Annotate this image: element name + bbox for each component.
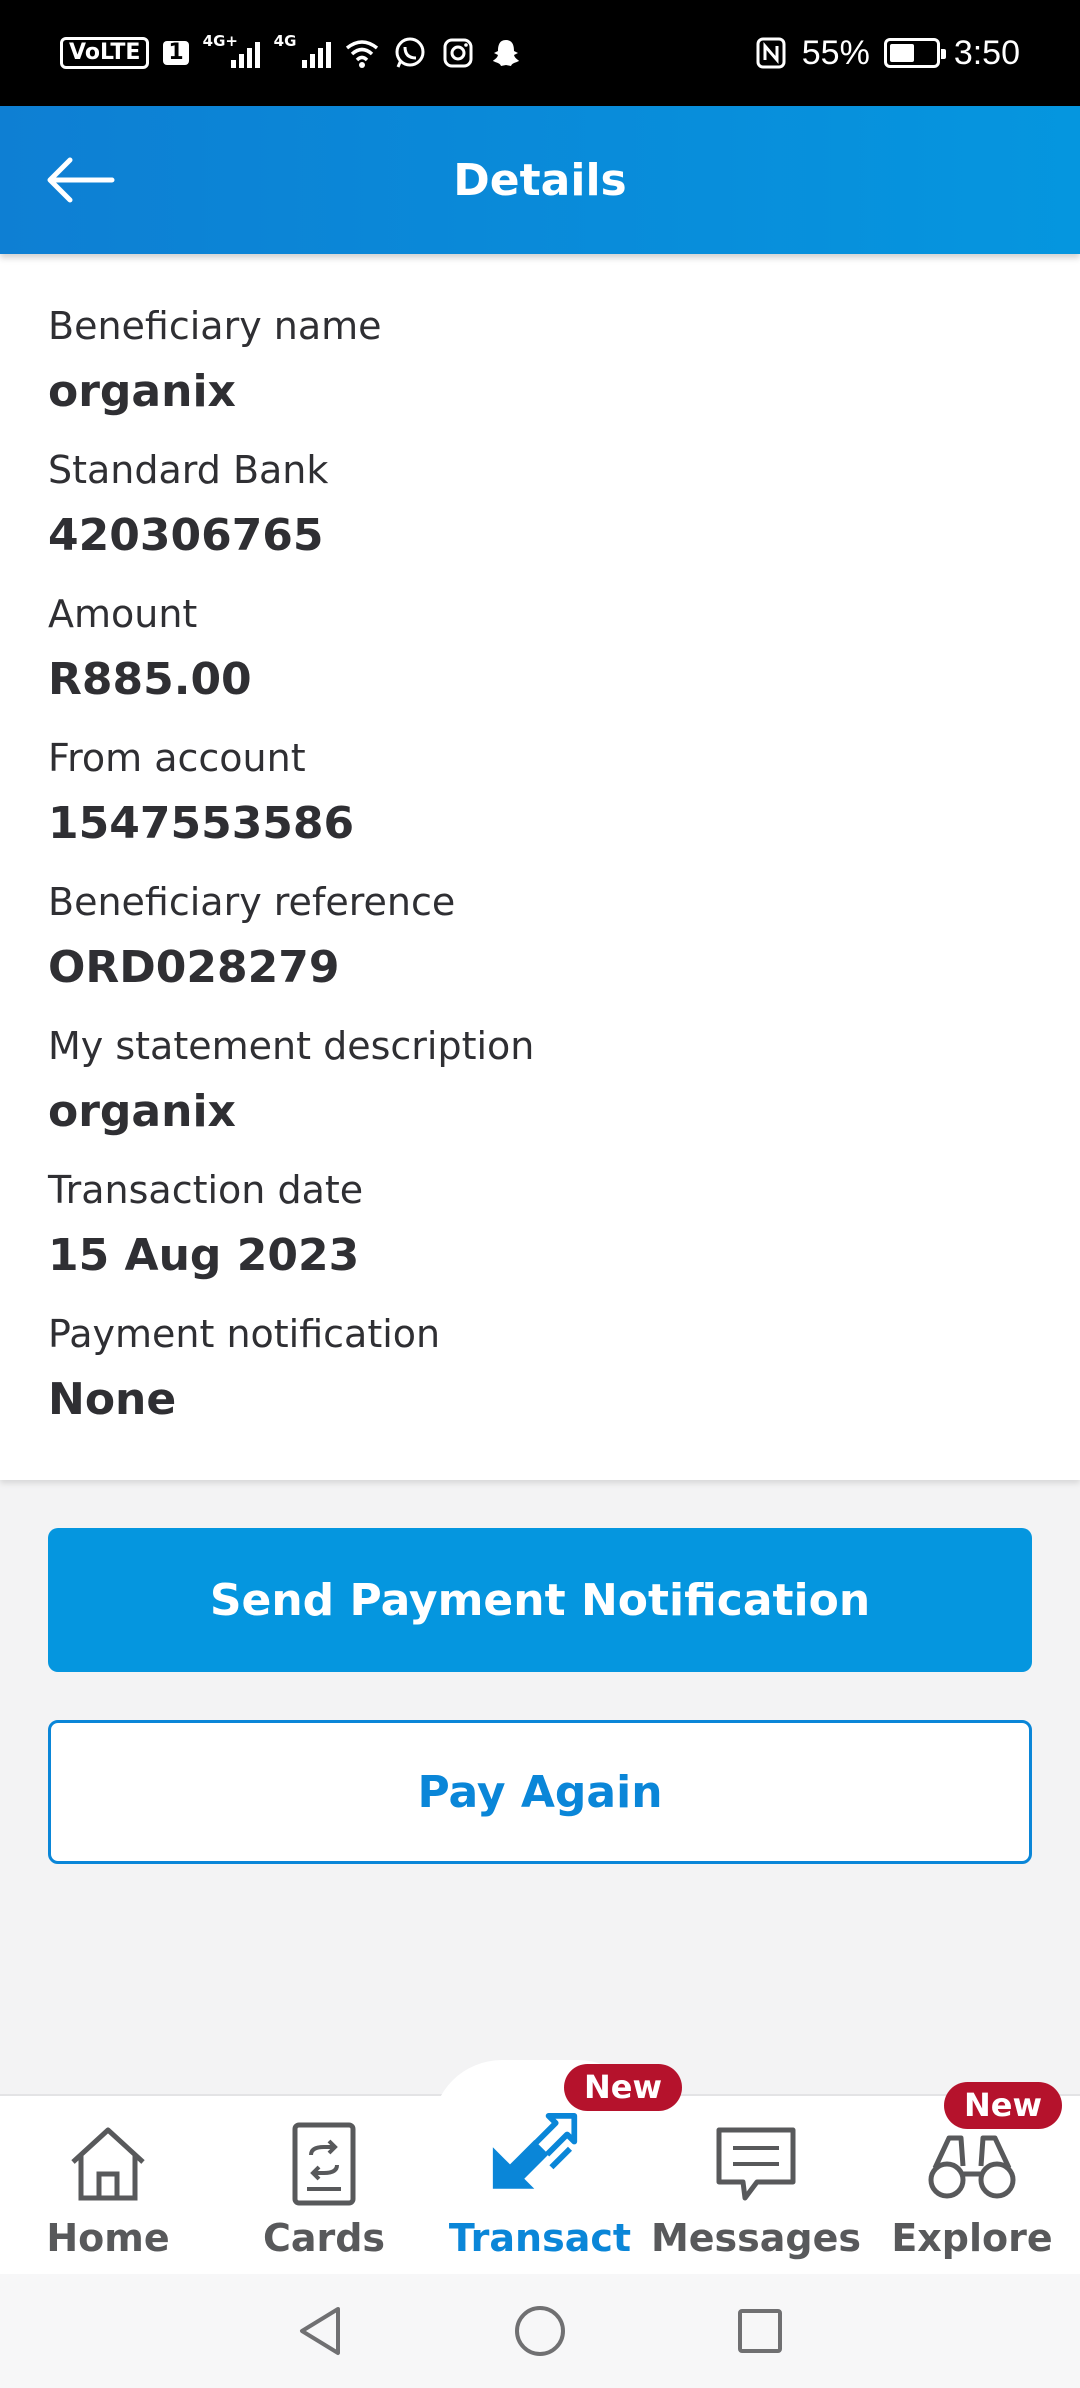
nav-item-home[interactable]: Home — [0, 2116, 216, 2276]
detail-value: R885.00 — [48, 654, 252, 705]
circle-home-icon — [515, 2306, 565, 2356]
nav-label-transact: Transact — [448, 2216, 632, 2260]
battery-icon — [883, 38, 946, 68]
app-header: Details — [0, 106, 1080, 254]
detail-row: Beneficiary reference ORD028279 — [48, 870, 1032, 1014]
volte-indicator: VoLTE — [60, 37, 150, 69]
detail-label: Beneficiary reference — [48, 880, 456, 924]
snapchat-icon — [492, 40, 519, 66]
detail-value: None — [48, 1374, 177, 1425]
pay-again-button[interactable]: Pay Again — [48, 1720, 1032, 1864]
detail-label: Standard Bank — [48, 448, 329, 492]
nav-label-messages: Messages — [650, 2216, 862, 2260]
whatsapp-icon — [395, 37, 425, 68]
detail-row: From account 1547553586 — [48, 726, 1032, 870]
nav-label-explore: Explore — [891, 2216, 1053, 2260]
nav-label-home: Home — [46, 2216, 170, 2260]
bottom-nav: Home Cards Transact New Messages Explore… — [0, 2060, 1080, 2276]
detail-value: organix — [48, 1086, 236, 1137]
detail-label: From account — [48, 736, 306, 780]
clock: 3:50 — [953, 33, 1020, 72]
transaction-details: Beneficiary name organix Standard Bank 4… — [0, 254, 1080, 1480]
detail-row: Payment notification None — [48, 1302, 1032, 1446]
instagram-icon — [443, 38, 473, 68]
home-icon — [71, 2127, 145, 2201]
nav-item-transact[interactable]: Transact — [432, 2113, 648, 2276]
detail-value: 1547553586 — [48, 798, 355, 849]
message-icon — [716, 2127, 796, 2201]
sim-indicator: 1 — [163, 41, 189, 65]
battery-level — [889, 44, 914, 62]
detail-label: My statement description — [48, 1024, 535, 1068]
nav-item-messages[interactable]: Messages — [648, 2116, 864, 2276]
detail-label: Beneficiary name — [48, 304, 382, 348]
card-icon — [292, 2122, 356, 2206]
system-home-button[interactable] — [510, 2301, 570, 2361]
detail-value: 420306765 — [48, 510, 324, 561]
detail-row: Amount R885.00 — [48, 582, 1032, 726]
binoculars-icon — [928, 2135, 1016, 2199]
detail-label: Payment notification — [48, 1312, 441, 1356]
detail-value: 15 Aug 2023 — [48, 1230, 360, 1281]
nav-item-explore[interactable]: Explore — [864, 2116, 1080, 2276]
back-button[interactable] — [40, 150, 120, 210]
detail-label: Amount — [48, 592, 198, 636]
send-payment-notification-button[interactable]: Send Payment Notification — [48, 1528, 1032, 1672]
detail-row: Standard Bank 420306765 — [48, 438, 1032, 582]
page-title: Details — [453, 154, 627, 206]
transact-arrows-icon — [492, 2113, 578, 2189]
detail-row: Beneficiary name organix — [48, 294, 1032, 438]
detail-value: ORD028279 — [48, 942, 340, 993]
back-arrow-icon — [47, 157, 115, 203]
status-bar: VoLTE 1 4G+ 4G 55% 3:50 — [0, 0, 1080, 106]
wifi-icon — [345, 40, 378, 68]
system-back-button[interactable] — [290, 2301, 350, 2361]
detail-row: Transaction date 15 Aug 2023 — [48, 1158, 1032, 1302]
system-recents-button[interactable] — [730, 2301, 790, 2361]
triangle-back-icon — [300, 2307, 340, 2355]
nfc-icon — [756, 37, 786, 69]
detail-label: Transaction date — [48, 1168, 364, 1212]
status-left: VoLTE 1 4G+ 4G — [60, 32, 523, 70]
nav-item-cards[interactable]: Cards — [216, 2116, 432, 2276]
square-recents-icon — [738, 2309, 782, 2353]
signal-icon: 4G+ — [203, 32, 260, 68]
status-right: 55% 3:50 — [754, 34, 1020, 73]
detail-value: organix — [48, 366, 236, 417]
nav-label-cards: Cards — [262, 2216, 386, 2260]
new-badge-transact: New — [564, 2064, 683, 2112]
new-badge-explore: New — [944, 2082, 1063, 2130]
signal-icon-2: 4G — [274, 32, 331, 68]
system-nav-bar — [0, 2274, 1080, 2388]
detail-row: My statement description organix — [48, 1014, 1032, 1158]
battery-percent: 55% — [801, 33, 870, 72]
